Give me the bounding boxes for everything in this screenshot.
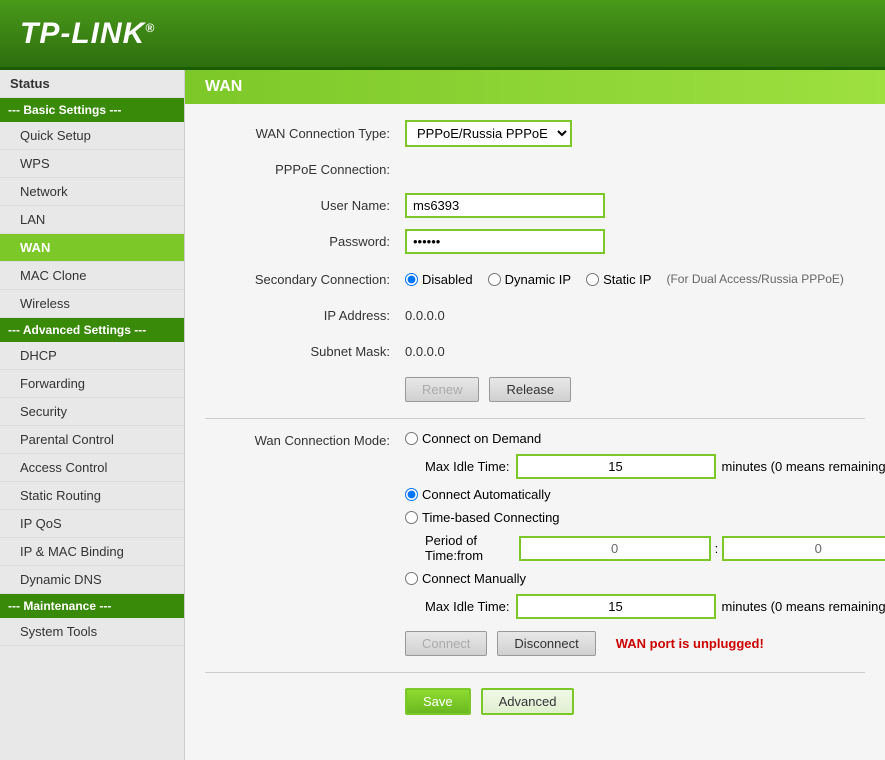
- max-idle-time-input-2[interactable]: [516, 594, 716, 619]
- wan-connection-mode-label: Wan Connection Mode:: [205, 431, 405, 448]
- connect-manually-option[interactable]: Connect Manually: [405, 571, 885, 586]
- ip-address-value: 0.0.0.0: [405, 308, 445, 323]
- sidebar-item-security[interactable]: Security: [0, 398, 184, 426]
- wan-connection-mode-row: Wan Connection Mode: Connect on Demand M…: [205, 431, 865, 660]
- disconnect-button[interactable]: Disconnect: [497, 631, 595, 656]
- secondary-connection-options: Disabled Dynamic IP Static IP (For Dual …: [405, 272, 844, 287]
- sidebar-item-wan[interactable]: WAN: [0, 234, 184, 262]
- connect-button[interactable]: Connect: [405, 631, 487, 656]
- page-title-bar: WAN: [185, 70, 885, 104]
- main-content: WAN WAN Connection Type: PPPoE/Russia PP…: [185, 70, 885, 760]
- advanced-button[interactable]: Advanced: [481, 688, 575, 715]
- logo-sup: ®: [145, 21, 155, 35]
- sidebar-item-forwarding[interactable]: Forwarding: [0, 370, 184, 398]
- max-idle-time-label-1: Max Idle Time:: [425, 459, 510, 474]
- connect-disconnect-row: Connect Disconnect WAN port is unplugged…: [405, 631, 885, 656]
- sidebar-section-advanced: --- Advanced Settings ---: [0, 318, 184, 342]
- secondary-disabled-label: Disabled: [422, 272, 473, 287]
- secondary-static-ip-radio[interactable]: [586, 273, 599, 286]
- sidebar-item-network[interactable]: Network: [0, 178, 184, 206]
- pppoe-connection-row: PPPoE Connection:: [205, 155, 865, 183]
- pppoe-connection-label: PPPoE Connection:: [205, 162, 405, 177]
- connect-manually-radio[interactable]: [405, 572, 418, 585]
- secondary-static-ip-option[interactable]: Static IP: [586, 272, 651, 287]
- ip-address-label: IP Address:: [205, 308, 405, 323]
- wan-connection-type-select[interactable]: PPPoE/Russia PPPoE: [405, 120, 572, 147]
- time-based-radio[interactable]: [405, 511, 418, 524]
- secondary-dynamic-ip-label: Dynamic IP: [505, 272, 571, 287]
- sidebar-section-maintenance: --- Maintenance ---: [0, 594, 184, 618]
- renew-button[interactable]: Renew: [405, 377, 479, 402]
- sidebar-item-dhcp[interactable]: DHCP: [0, 342, 184, 370]
- header: TP-LINK®: [0, 0, 885, 70]
- secondary-note: (For Dual Access/Russia PPPoE): [666, 272, 843, 286]
- wan-warning: WAN port is unplugged!: [616, 636, 764, 651]
- renew-release-row: Renew Release: [205, 373, 865, 406]
- password-label: Password:: [205, 234, 405, 249]
- sidebar-item-status[interactable]: Status: [0, 70, 184, 98]
- sidebar-item-ip-qos[interactable]: IP QoS: [0, 510, 184, 538]
- sidebar-item-access-control[interactable]: Access Control: [0, 454, 184, 482]
- connect-automatically-label: Connect Automatically: [422, 487, 551, 502]
- connect-automatically-radio[interactable]: [405, 488, 418, 501]
- secondary-disabled-option[interactable]: Disabled: [405, 272, 473, 287]
- sidebar-item-wireless[interactable]: Wireless: [0, 290, 184, 318]
- ip-address-row: IP Address: 0.0.0.0: [205, 301, 865, 329]
- time-based-period-row: Period of Time:from : (HH:MM) to : (HH:M: [405, 533, 885, 563]
- sidebar-item-parental-control[interactable]: Parental Control: [0, 426, 184, 454]
- connect-on-demand-option[interactable]: Connect on Demand: [405, 431, 885, 446]
- subnet-mask-value: 0.0.0.0: [405, 344, 445, 359]
- wan-connection-mode-options: Connect on Demand Max Idle Time: minutes…: [405, 431, 885, 660]
- release-button[interactable]: Release: [489, 377, 571, 402]
- renew-release-buttons: Renew Release: [405, 377, 571, 402]
- user-name-label: User Name:: [205, 198, 405, 213]
- password-input[interactable]: [405, 229, 605, 254]
- max-idle-time-row-2: Max Idle Time: minutes (0 means remainin…: [405, 594, 885, 619]
- wan-connection-type-row: WAN Connection Type: PPPoE/Russia PPPoE: [205, 119, 865, 147]
- password-row: Password:: [205, 227, 865, 255]
- max-idle-time-note-2: minutes (0 means remaining active all th…: [722, 599, 885, 614]
- time-from-h-input[interactable]: [519, 536, 711, 561]
- sidebar-item-static-routing[interactable]: Static Routing: [0, 482, 184, 510]
- page-title: WAN: [205, 78, 242, 95]
- sidebar-item-mac-clone[interactable]: MAC Clone: [0, 262, 184, 290]
- sidebar-item-dynamic-dns[interactable]: Dynamic DNS: [0, 566, 184, 594]
- connect-manually-label: Connect Manually: [422, 571, 526, 586]
- connect-on-demand-label: Connect on Demand: [422, 431, 541, 446]
- secondary-static-ip-label: Static IP: [603, 272, 651, 287]
- connect-on-demand-radio[interactable]: [405, 432, 418, 445]
- time-based-label: Time-based Connecting: [422, 510, 560, 525]
- sidebar: Status --- Basic Settings --- Quick Setu…: [0, 70, 185, 760]
- sidebar-item-ip-mac-binding[interactable]: IP & MAC Binding: [0, 538, 184, 566]
- sidebar-section-basic: --- Basic Settings ---: [0, 98, 184, 122]
- secondary-dynamic-ip-option[interactable]: Dynamic IP: [488, 272, 571, 287]
- colon-1: :: [715, 541, 719, 556]
- sidebar-item-wps[interactable]: WPS: [0, 150, 184, 178]
- sidebar-item-lan[interactable]: LAN: [0, 206, 184, 234]
- wan-connection-type-label: WAN Connection Type:: [205, 126, 405, 141]
- secondary-dynamic-ip-radio[interactable]: [488, 273, 501, 286]
- max-idle-time-label-2: Max Idle Time:: [425, 599, 510, 614]
- secondary-connection-label: Secondary Connection:: [205, 272, 405, 287]
- subnet-mask-row: Subnet Mask: 0.0.0.0: [205, 337, 865, 365]
- secondary-connection-row: Secondary Connection: Disabled Dynamic I…: [205, 265, 865, 293]
- sidebar-item-quick-setup[interactable]: Quick Setup: [0, 122, 184, 150]
- max-idle-time-note-1: minutes (0 means remaining active all th…: [722, 459, 885, 474]
- secondary-disabled-radio[interactable]: [405, 273, 418, 286]
- time-based-option[interactable]: Time-based Connecting: [405, 510, 885, 525]
- max-idle-time-input-1[interactable]: [516, 454, 716, 479]
- time-from-m-input[interactable]: [722, 536, 885, 561]
- subnet-mask-label: Subnet Mask:: [205, 344, 405, 359]
- connect-automatically-option[interactable]: Connect Automatically: [405, 487, 885, 502]
- tp-link-logo: TP-LINK®: [20, 17, 155, 51]
- user-name-input[interactable]: [405, 193, 605, 218]
- period-label: Period of Time:from: [425, 533, 515, 563]
- save-button[interactable]: Save: [405, 688, 471, 715]
- max-idle-time-row-1: Max Idle Time: minutes (0 means remainin…: [405, 454, 885, 479]
- bottom-buttons-row: Save Advanced: [205, 688, 865, 715]
- logo-text: TP-LINK: [20, 17, 145, 50]
- sidebar-item-system-tools[interactable]: System Tools: [0, 618, 184, 646]
- user-name-row: User Name:: [205, 191, 865, 219]
